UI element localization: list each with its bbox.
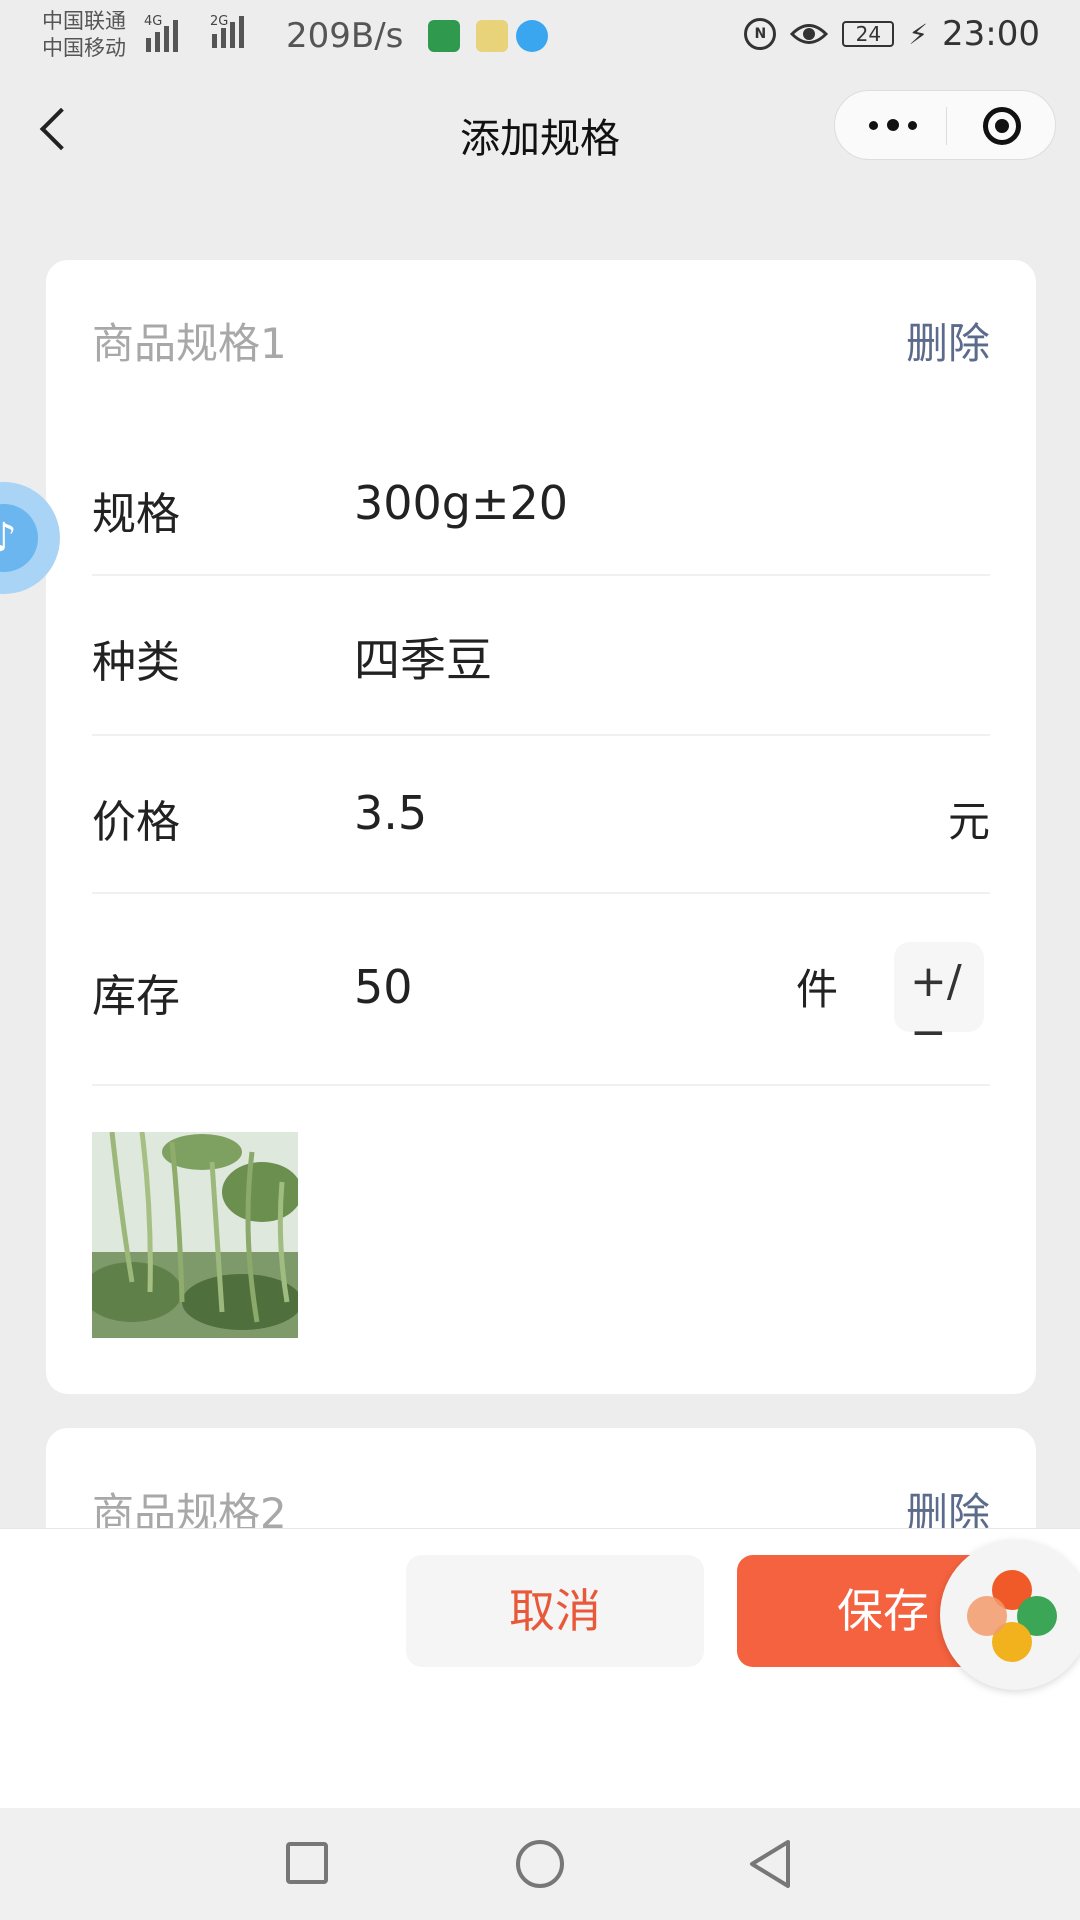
type-row: 种类 四季豆 [92,576,990,736]
spec-card-1: 商品规格1 删除 规格 300g±20 种类 四季豆 价格 3.5 元 库存 5… [46,260,1036,1394]
triangle-back-icon[interactable] [746,1838,794,1890]
action-bar: 取消 保存 [0,1528,1080,1809]
spec-label: 规格 [92,489,180,540]
charging-icon: ⚡ [908,17,929,51]
square-icon[interactable] [286,1842,328,1884]
stock-label: 库存 [92,971,180,1022]
spec-card-header: 商品规格1 删除 [92,310,990,370]
battery-icon: 24 [842,21,895,47]
app-notification-icon [428,20,460,52]
net-speed: 209B/s [286,16,404,56]
network-type-1: 4G [144,14,163,29]
price-unit: 元 [947,797,990,846]
signal-icon-2: 2G [210,14,244,48]
delete-button[interactable]: 删除 [906,310,990,371]
music-notification-icon [516,20,548,52]
carrier-2: 中国移动 [42,36,126,60]
stock-row: 库存 50 件 +/− [92,894,990,1086]
stock-unit: 件 [796,965,839,1014]
assistant-logo-icon [967,1570,1057,1662]
price-row: 价格 3.5 元 [92,736,990,894]
spec-row: 规格 300g±20 [92,440,990,576]
stock-input[interactable]: 50 [354,960,413,1014]
spec-image[interactable] [92,1132,298,1338]
nfc-icon: N [744,18,777,50]
more-icon[interactable] [869,119,917,131]
spec-title: 商品规格1 [92,319,287,368]
notes-notification-icon [476,20,508,52]
price-label: 价格 [92,797,180,848]
green-beans-photo [92,1132,298,1338]
type-input[interactable]: 四季豆 [354,624,492,690]
carrier-info: 中国联通 中国移动 [42,8,126,62]
capsule-divider [946,107,947,145]
plus-minus-icon: +/− [910,956,962,1058]
cancel-button[interactable]: 取消 [406,1555,704,1667]
type-label: 种类 [92,637,180,688]
save-label: 保存 [837,1584,929,1638]
nav-bar: 添加规格 [0,76,1080,186]
mini-program-capsule [834,90,1056,160]
spec-input[interactable]: 300g±20 [354,476,568,530]
network-type-2: 2G [210,14,229,29]
floating-assistant-button[interactable] [940,1540,1080,1690]
clock: 23:00 [942,14,1040,54]
eye-icon [790,24,829,44]
carrier-1: 中国联通 [42,9,126,33]
music-icon: ♪ [0,504,38,572]
home-circle-icon[interactable] [516,1840,564,1888]
plus-minus-button[interactable]: +/− [894,942,984,1058]
target-icon[interactable] [983,107,1021,145]
signal-icon-1: 4G [144,14,178,52]
status-bar: 中国联通 中国移动 4G 2G 209B/s N 24 ⚡ 23:00 [0,0,1080,76]
system-nav-bar [0,1808,1080,1920]
status-right: N 24 ⚡ 23:00 [744,14,1040,54]
price-input[interactable]: 3.5 [354,786,427,840]
